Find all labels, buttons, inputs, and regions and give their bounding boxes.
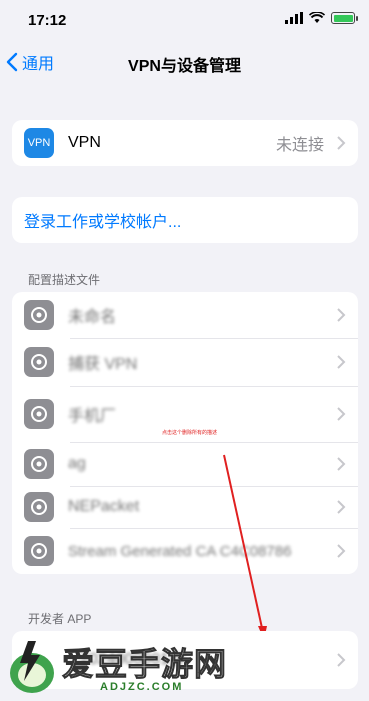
watermark-logo-icon <box>10 641 54 693</box>
developer-header: 开发者 APP <box>28 612 92 626</box>
watermark-brand: 爱豆手游网 <box>61 646 228 683</box>
annotation-arrow-icon <box>223 454 267 640</box>
watermark: 爱豆手游网 ADJZC.COM <box>0 631 369 701</box>
watermark-url: ADJZC.COM <box>100 681 184 693</box>
